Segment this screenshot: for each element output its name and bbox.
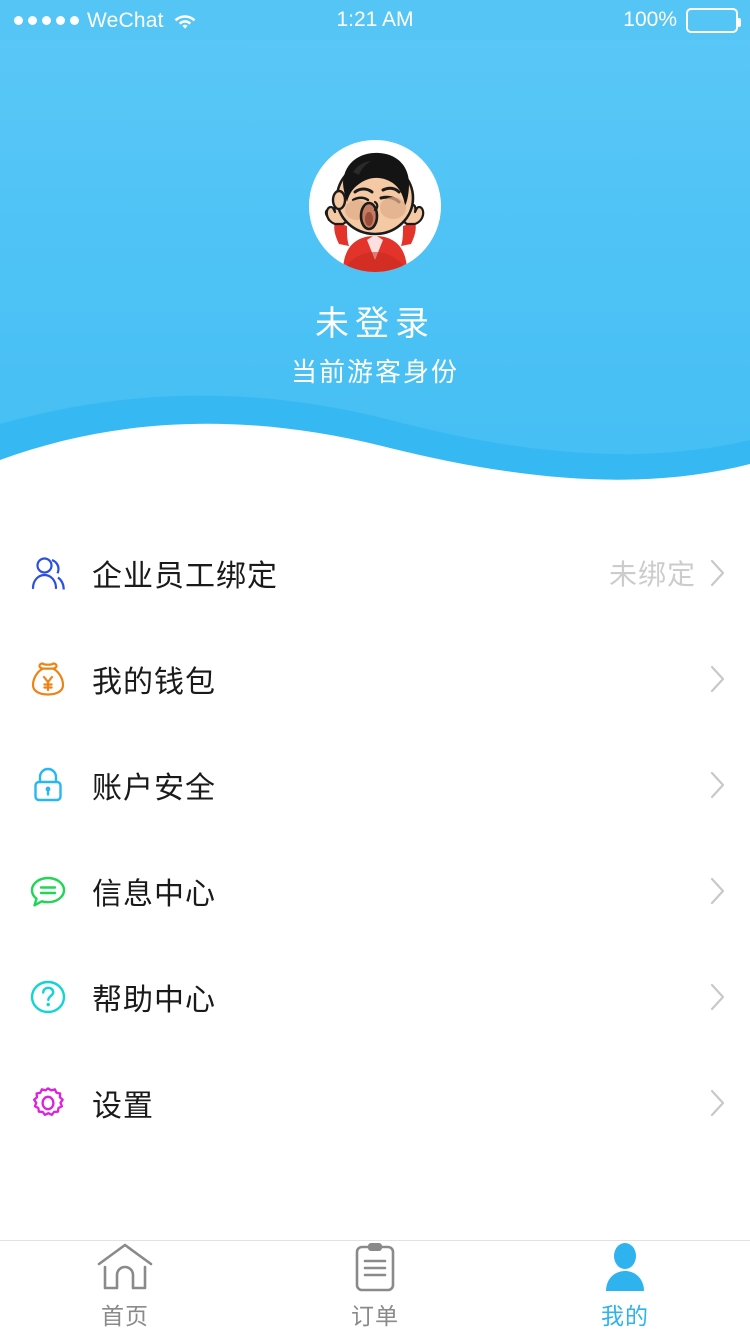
money-bag-icon	[26, 657, 70, 701]
person-filled-icon	[602, 1243, 648, 1292]
menu-item-label: 账户安全	[92, 772, 216, 805]
person-outline-icon	[26, 551, 70, 595]
menu-item-label: 帮助中心	[92, 984, 216, 1017]
login-status-name[interactable]: 未登录	[0, 296, 750, 345]
tab-orders[interactable]: 订单	[250, 1241, 500, 1334]
avatar[interactable]	[309, 140, 441, 272]
lock-icon	[26, 763, 70, 807]
bottom-tab-bar: 首页 订单 我的	[0, 1240, 750, 1334]
settings-menu-list: 企业员工绑定 未绑定 我的钱包 账户安全 信息中心 帮助中心 设置	[0, 520, 750, 1156]
menu-item-message-center[interactable]: 信息中心	[0, 838, 750, 944]
profile-header: 未登录 当前游客身份	[0, 0, 750, 500]
question-circle-icon	[26, 975, 70, 1019]
chevron-right-icon	[710, 771, 726, 799]
status-bar-right: 100%	[623, 7, 741, 33]
menu-item-label: 信息中心	[92, 878, 216, 911]
menu-item-account-security[interactable]: 账户安全	[0, 732, 750, 838]
menu-item-label: 企业员工绑定	[92, 560, 278, 593]
menu-item-employee-binding[interactable]: 企业员工绑定 未绑定	[0, 520, 750, 626]
chevron-right-icon	[710, 1089, 726, 1117]
status-bar: WeChat 1:21 AM 100%	[0, 0, 750, 40]
battery-percent-label: 100%	[623, 8, 677, 31]
tab-label: 首页	[101, 1303, 149, 1329]
menu-item-label: 我的钱包	[92, 666, 216, 699]
tab-home[interactable]: 首页	[0, 1241, 250, 1334]
menu-item-help-center[interactable]: 帮助中心	[0, 944, 750, 1050]
gear-icon	[26, 1081, 70, 1125]
chevron-right-icon	[710, 559, 726, 587]
menu-item-my-wallet[interactable]: 我的钱包	[0, 626, 750, 732]
wave-decoration	[0, 395, 750, 500]
login-status-subtitle: 当前游客身份	[290, 357, 459, 387]
battery-icon	[686, 7, 741, 33]
home-icon	[96, 1243, 154, 1292]
menu-item-settings[interactable]: 设置	[0, 1050, 750, 1156]
chevron-right-icon	[710, 983, 726, 1011]
message-bubble-icon	[26, 869, 70, 913]
chevron-right-icon	[710, 877, 726, 905]
menu-item-value: 未绑定	[608, 559, 696, 590]
clipboard-orders-icon	[352, 1243, 398, 1292]
menu-item-label: 设置	[92, 1090, 154, 1123]
tab-label: 订单	[351, 1303, 399, 1329]
tab-mine[interactable]: 我的	[500, 1241, 750, 1334]
avatar-cartoon-boy-icon	[309, 140, 441, 272]
tab-label: 我的	[601, 1303, 649, 1329]
chevron-right-icon	[710, 665, 726, 693]
